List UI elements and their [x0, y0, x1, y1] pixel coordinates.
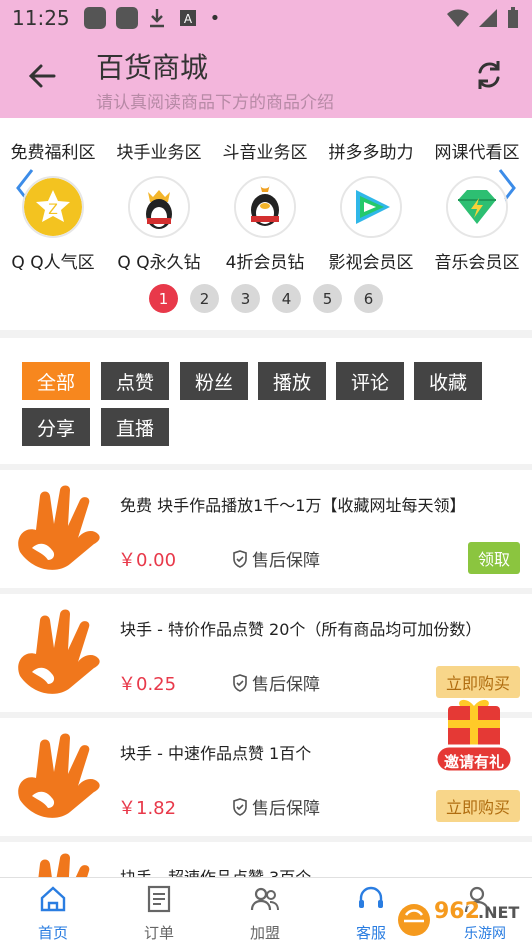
- kuaishou-hand-icon: [18, 485, 100, 570]
- back-arrow-icon[interactable]: [24, 58, 60, 94]
- product-name: 块手 - 中速作品点赞 1百个: [120, 744, 312, 763]
- filter-all[interactable]: 全部: [22, 362, 91, 400]
- home-icon: [40, 886, 66, 912]
- shield-check-icon: [233, 797, 247, 816]
- category-video-vip[interactable]: 影视会员区: [318, 176, 424, 273]
- watermark-tld: .NET: [478, 903, 520, 922]
- page-title: 百货商城: [96, 51, 209, 84]
- kuaishou-hand-icon: [18, 733, 100, 818]
- watermark-sub: 乐游网: [464, 926, 506, 942]
- category-music-vip[interactable]: 音乐会员区: [424, 176, 530, 273]
- status-bar: 11:25 A •: [0, 0, 532, 36]
- product-name: 免费 块手作品播放1千～1万【收藏网址每天领】: [120, 496, 466, 515]
- qq-penguin-icon: [234, 176, 296, 238]
- filter-panel: 全部 点赞 粉丝 播放 评论 收藏 分享 直播: [0, 338, 532, 464]
- battery-icon: [508, 7, 518, 28]
- after-sales-guarantee: 售后保障: [232, 794, 320, 819]
- green-diamond-icon: [446, 176, 508, 238]
- category-row-top: 免费福利区 块手业务区 斗音业务区 拼多多助力 网课代看区: [0, 118, 532, 168]
- shield-check-icon: [233, 673, 247, 692]
- invite-gift-button[interactable]: 邀请有礼: [432, 694, 516, 778]
- filter-plays[interactable]: 播放: [258, 362, 327, 400]
- nav-label: 加盟: [249, 924, 280, 942]
- shield-check-icon: [233, 549, 247, 568]
- category-label: 音乐会员区: [434, 253, 520, 273]
- filter-likes[interactable]: 点赞: [101, 362, 170, 400]
- qq-penguin-crown-icon: [128, 176, 190, 238]
- notification-icon: [115, 7, 138, 29]
- category-panel: 免费福利区 块手业务区 斗音业务区 拼多多助力 网课代看区 Z Q Q人气区 Q…: [0, 118, 532, 330]
- nav-label: 首页: [37, 924, 68, 942]
- signal-icon: [479, 9, 497, 27]
- category-qq-popularity[interactable]: Z Q Q人气区: [0, 176, 106, 273]
- status-time: 11:25: [12, 6, 70, 30]
- category-label: 4折会员钻: [225, 253, 305, 273]
- pager-dot-1[interactable]: 1: [149, 284, 178, 313]
- title-bar: 百货商城 请认真阅读商品下方的商品介绍: [0, 36, 532, 118]
- kuaishou-hand-icon: [18, 609, 100, 694]
- category-douyin[interactable]: 斗音业务区: [212, 138, 318, 163]
- headset-icon: [359, 886, 383, 908]
- notification-icon: [83, 7, 106, 29]
- category-row-icons: Z Q Q人气区 Q Q永久钻 4折会员钻 影视会员区 音乐会员区: [0, 176, 532, 276]
- product-price: ￥1.82: [118, 798, 177, 819]
- pager-dot-4[interactable]: 4: [272, 284, 301, 313]
- pager-dot-3[interactable]: 3: [231, 284, 260, 313]
- watermark-brand: 962: [434, 899, 480, 924]
- category-kuaishou[interactable]: 块手业务区: [106, 138, 212, 163]
- category-discount-diamond[interactable]: 4折会员钻: [212, 176, 318, 273]
- users-icon: [250, 887, 279, 911]
- category-free[interactable]: 免费福利区: [0, 138, 106, 163]
- nav-orders[interactable]: 订单: [106, 884, 212, 943]
- guarantee-label: 售后保障: [252, 675, 320, 695]
- invite-label: 邀请有礼: [443, 753, 504, 771]
- guarantee-label: 售后保障: [252, 551, 320, 571]
- filter-favorites[interactable]: 收藏: [414, 362, 483, 400]
- category-label: 影视会员区: [328, 253, 414, 273]
- page-subtitle: 请认真阅读商品下方的商品介绍: [96, 93, 334, 113]
- category-pinduoduo[interactable]: 拼多多助力: [318, 138, 424, 163]
- app-header: 11:25 A • 百货商城 请认真阅读商品下方的商品介绍: [0, 0, 532, 118]
- qzone-star-icon: Z: [22, 176, 84, 238]
- filter-comments[interactable]: 评论: [336, 362, 405, 400]
- filter-live[interactable]: 直播: [101, 408, 170, 446]
- pager-dot-6[interactable]: 6: [354, 284, 383, 313]
- nav-label: 订单: [143, 924, 174, 942]
- a-icon: A: [179, 10, 196, 26]
- product-item[interactable]: 块手 - 超速作品点赞 3百个: [0, 842, 532, 882]
- product-item[interactable]: 免费 块手作品播放1千～1万【收藏网址每天领】 ￥0.00 售后保障 领取: [0, 470, 532, 588]
- filter-share[interactable]: 分享: [22, 408, 91, 446]
- refresh-icon[interactable]: [472, 58, 506, 92]
- guarantee-label: 售后保障: [252, 799, 320, 819]
- product-price: ￥0.25: [118, 674, 177, 695]
- claim-button[interactable]: 领取: [467, 542, 520, 574]
- download-icon: [149, 9, 164, 28]
- nav-home[interactable]: 首页: [0, 884, 106, 943]
- filter-fans[interactable]: 粉丝: [180, 362, 249, 400]
- video-play-icon: [340, 176, 402, 238]
- category-online-course[interactable]: 网课代看区: [424, 138, 530, 163]
- carousel-pager: 1 2 3 4 5 6: [0, 284, 532, 313]
- pager-dot-5[interactable]: 5: [313, 284, 342, 313]
- nav-join[interactable]: 加盟: [212, 884, 318, 943]
- orders-icon: [147, 885, 171, 913]
- category-label: Q Q人气区: [11, 253, 95, 273]
- after-sales-guarantee: 售后保障: [232, 546, 320, 571]
- pager-dot-2[interactable]: 2: [190, 284, 219, 313]
- buy-now-button[interactable]: 立即购买: [435, 790, 520, 822]
- wifi-icon: [447, 9, 469, 27]
- svg-text:Z: Z: [48, 202, 58, 218]
- category-qq-permanent-diamond[interactable]: Q Q永久钻: [106, 176, 212, 273]
- svg-text:A: A: [184, 12, 193, 26]
- product-name: 块手 - 特价作品点赞 20个（所有商品均可加份数）: [120, 620, 482, 639]
- product-price: ￥0.00: [118, 550, 177, 571]
- category-label: Q Q永久钻: [117, 253, 201, 273]
- site-watermark: 962 .NET 乐游网: [394, 897, 526, 943]
- after-sales-guarantee: 售后保障: [232, 670, 320, 695]
- dot-icon: •: [209, 7, 221, 29]
